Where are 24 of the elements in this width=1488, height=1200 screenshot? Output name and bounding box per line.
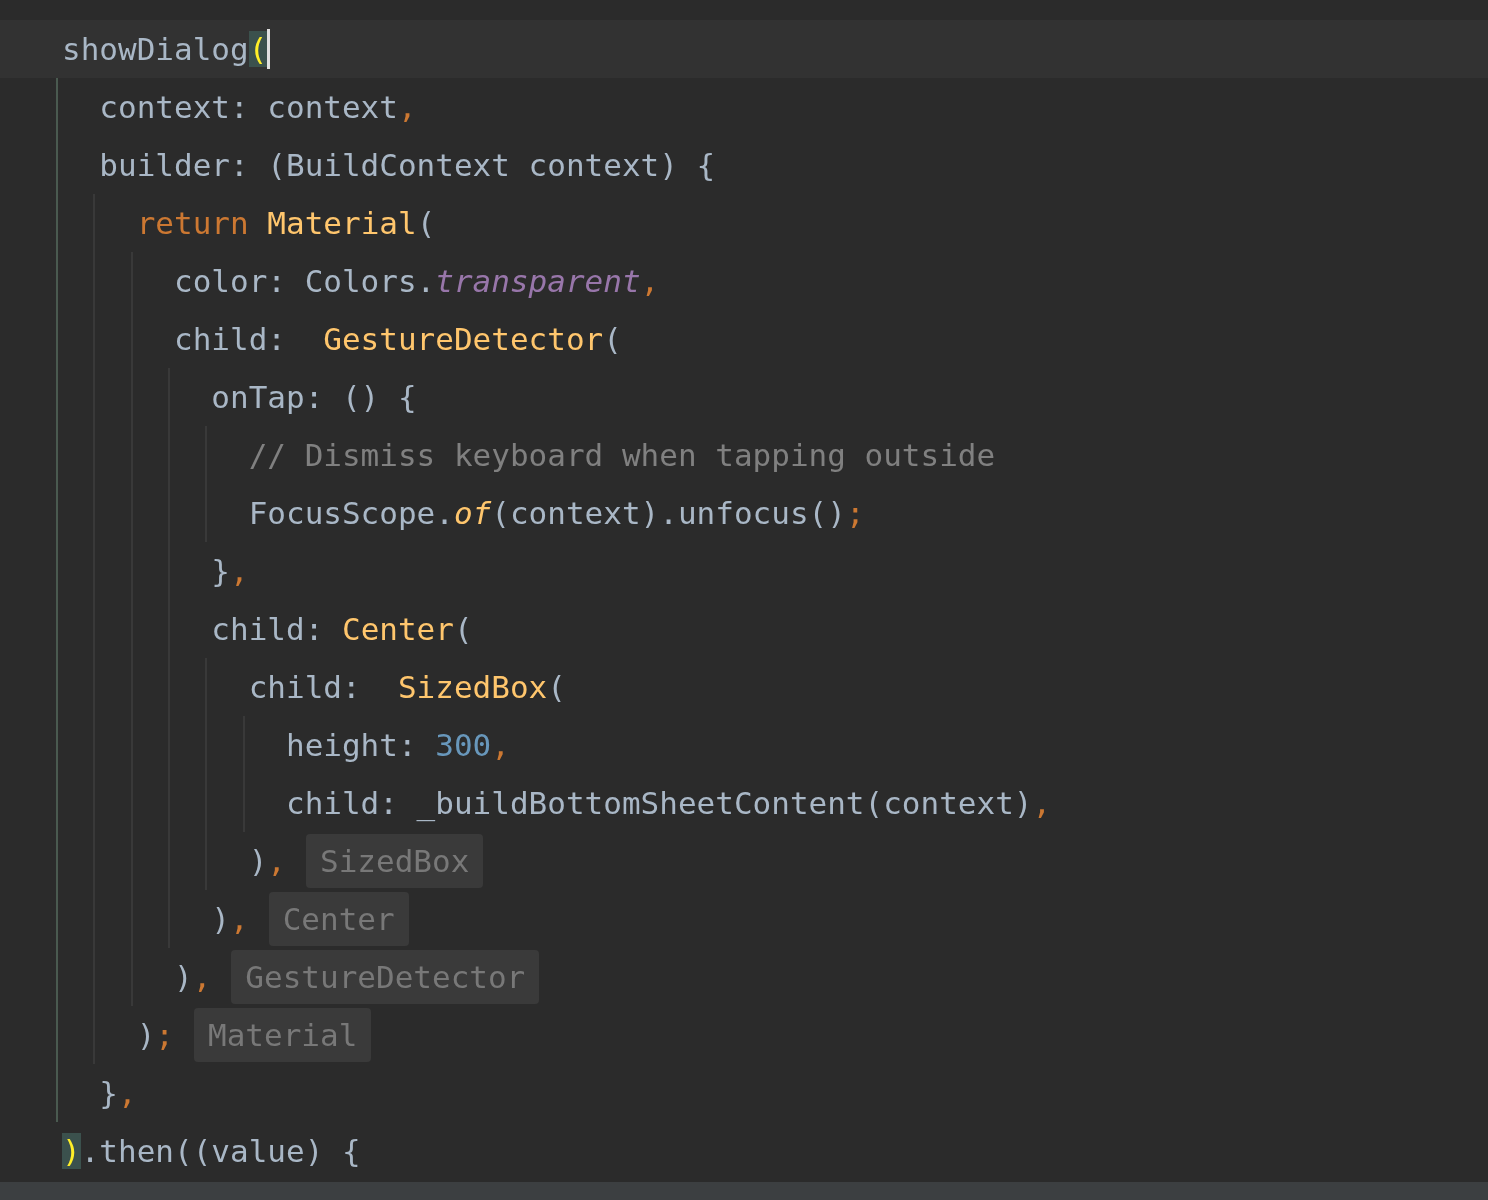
code-line: child: GestureDetector(	[172, 320, 622, 359]
code-line: showDialog(	[62, 30, 268, 69]
code-line: ),	[210, 900, 249, 939]
code-line: FocusScope.of(context).unfocus();	[247, 494, 865, 533]
code-line: },	[98, 1074, 137, 1113]
code-line: onTap: () {	[210, 378, 417, 417]
inlay-hint: GestureDetector	[231, 950, 540, 1004]
code-line: context: context,	[98, 88, 417, 127]
code-line: // Dismiss keyboard when tapping outside	[247, 436, 996, 475]
code-line: child: _buildBottomSheetContent(context),	[284, 784, 1052, 823]
code-line: return Material(	[135, 204, 436, 243]
code-line: child: SizedBox(	[247, 668, 566, 707]
code-line: color: Colors.transparent,	[172, 262, 660, 301]
code-line: ),	[247, 842, 286, 881]
code-line: );	[135, 1016, 174, 1055]
code-line: ),	[172, 958, 212, 997]
inlay-hint: SizedBox	[306, 834, 484, 888]
code-line: ).then((value) {	[62, 1132, 361, 1171]
inlay-hint: Center	[268, 892, 409, 946]
code-line: },	[210, 552, 249, 591]
code-line: child: Center(	[210, 610, 473, 649]
code-line: builder: (BuildContext context) {	[98, 146, 716, 185]
code-line: height: 300,	[284, 726, 510, 765]
inlay-hint: Material	[194, 1008, 372, 1062]
